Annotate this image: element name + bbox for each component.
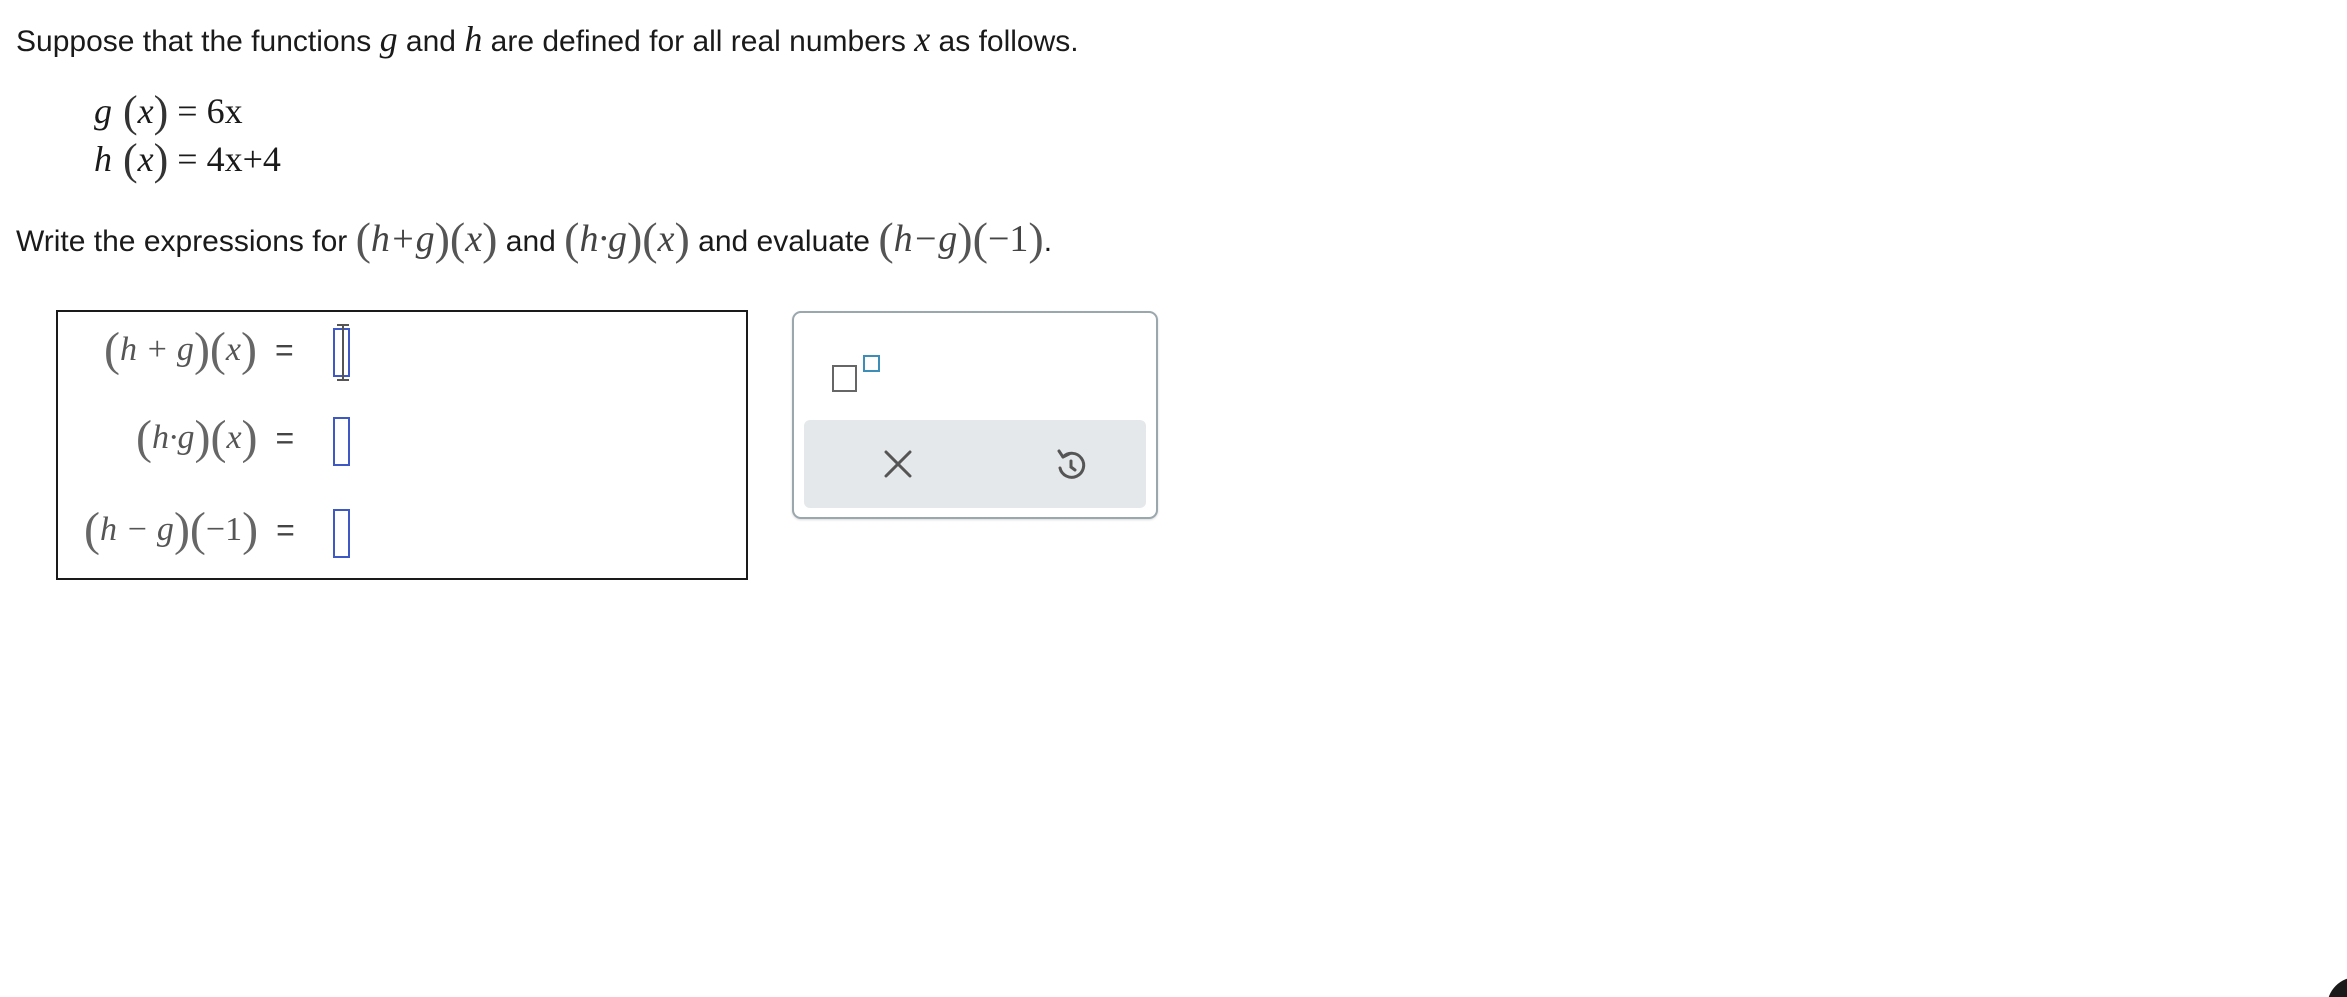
answer-label-product: (h·g)(x) = [136,411,295,464]
intro-text: Suppose that the functions [16,25,380,58]
expr-product-fn: h·g [579,218,627,260]
var-h: h [464,19,483,59]
instruction-and: and [497,225,565,258]
superscript-button[interactable] [832,343,892,403]
problem-intro: Suppose that the functions g and h are d… [16,18,1079,60]
math-tool-panel [792,311,1158,519]
superscript-box-icon [832,365,857,392]
instruction: Write the expressions for (h+g)(x) and (… [16,212,1052,265]
answer-label-sum: (h + g)(x) = [104,323,294,376]
instruction-evaluate: and evaluate [689,225,879,258]
x-icon [884,450,912,478]
undo-button[interactable] [1049,442,1093,486]
expr-product-arg: x [657,218,675,260]
action-bar [804,420,1146,508]
def-h-name: h [94,139,112,179]
expr-product: (h·g)(x) [564,213,690,264]
answer-sum-arg: x [225,331,241,368]
instruction-text: Write the expressions for [16,225,356,258]
def-h-arg: x [137,139,154,179]
def-g-arg: x [137,91,154,131]
def-h-rhs: 4x+4 [206,139,281,179]
expr-difference-fn: h−g [893,218,958,260]
answer-input-product[interactable] [333,417,350,466]
answer-product-arg: x [226,419,242,456]
def-g-rhs: 6x [206,91,243,131]
answer-label-difference: (h − g)(−1) = [84,503,295,556]
answer-sum-fn: h + g [119,331,194,368]
expr-sum-arg: x [465,218,483,260]
corner-decoration [2327,977,2347,997]
var-g: g [379,19,398,59]
def-g-name: g [94,91,112,131]
definition-g: g (x) = 6x [94,87,243,136]
expr-sum: (h+g)(x) [355,213,498,264]
intro-text-3: as follows. [930,25,1079,58]
intro-text-2: are defined for all real numbers [482,25,915,58]
intro-and: and [397,25,465,58]
equals-sign: = [276,511,295,548]
answer-input-sum[interactable] [333,324,350,381]
var-x: x [914,19,931,59]
undo-icon [1057,449,1086,479]
answer-product-fn: h·g [151,419,195,456]
instruction-period: . [1043,225,1053,258]
superscript-exponent-icon [863,355,880,372]
expr-difference-arg: −1 [987,218,1029,260]
answer-difference-arg: −1 [205,511,243,548]
expr-difference: (h−g)(−1) [878,213,1044,264]
definition-h: h (x) = 4x+4 [94,135,281,184]
equals-sign: = [274,331,294,368]
expr-sum-fn: h+g [370,218,435,260]
text-cursor [337,324,349,381]
answer-difference-fn: h − g [99,511,174,548]
clear-button[interactable] [876,442,920,486]
answer-input-difference[interactable] [333,509,350,558]
equals-sign: = [275,419,295,456]
